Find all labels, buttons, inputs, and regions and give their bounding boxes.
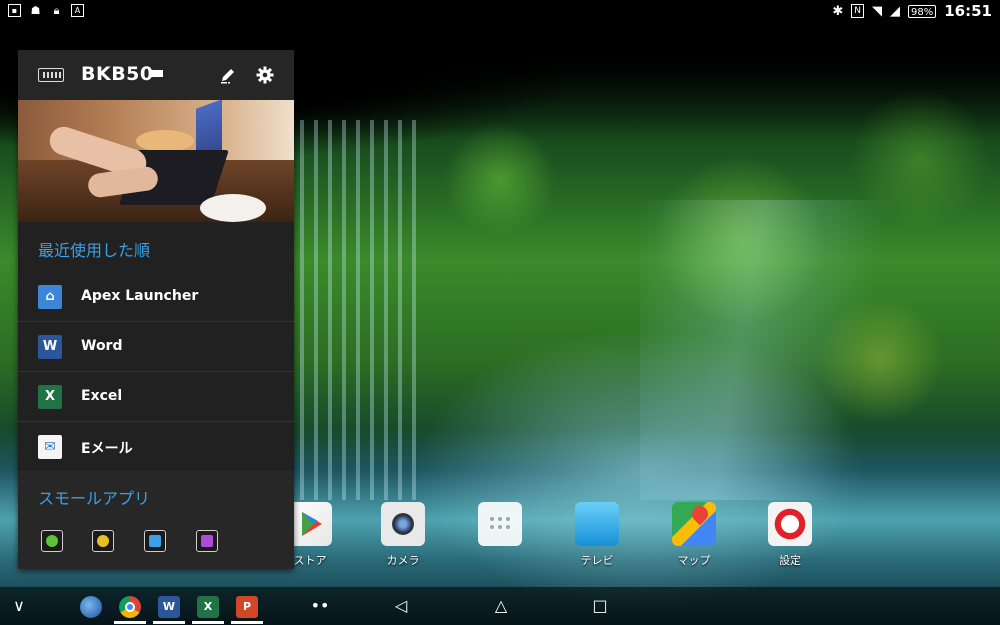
recent-app-excel[interactable]: X Excel: [18, 372, 294, 422]
gear-icon[interactable]: [256, 66, 274, 84]
excel-icon: X: [38, 385, 62, 409]
recent-app-label: Apex Launcher: [81, 288, 199, 304]
recent-app-email[interactable]: ✉ Eメール: [18, 422, 294, 472]
bluetooth-icon: ✱: [832, 3, 844, 19]
wifi-icon: ◥: [872, 3, 883, 19]
app-drawer-icon: [478, 502, 522, 546]
dock-item-tv[interactable]: テレビ: [562, 502, 632, 568]
settings-icon: [768, 502, 812, 546]
powerpoint-icon[interactable]: P: [236, 596, 258, 618]
word-icon: W: [38, 335, 62, 359]
tv-icon: [575, 502, 619, 546]
running-indicator: [153, 621, 185, 624]
photo-plate: [136, 130, 194, 152]
recent-app-word[interactable]: W Word: [18, 322, 294, 372]
recent-app-label: Excel: [81, 388, 123, 404]
photo-cup: [200, 194, 266, 222]
keyboard-product-photo: [18, 100, 294, 222]
dock-label-tv: テレビ: [580, 554, 614, 567]
running-indicator: [231, 621, 263, 624]
keyboard-battery-icon: [150, 70, 163, 77]
small-app-yellow-icon[interactable]: [92, 530, 114, 552]
excel-icon[interactable]: X: [197, 596, 219, 618]
play-store-icon: [288, 502, 332, 546]
dock-item-settings[interactable]: 設定: [755, 502, 825, 568]
dock-label-camera: カメラ: [386, 554, 420, 567]
status-system-icons: ✱ N ◥ ◢ 98% 16:51: [832, 2, 992, 20]
battery-level: 98%: [908, 4, 937, 18]
image-icon: ▪: [8, 4, 21, 17]
lock-icon: 🔒︎: [53, 4, 60, 17]
back-button[interactable]: ◁: [386, 587, 416, 625]
chrome-icon[interactable]: [119, 596, 141, 618]
recent-app-apex-launcher[interactable]: ⌂ Apex Launcher: [18, 272, 294, 322]
small-app-calculator-icon[interactable]: [144, 530, 166, 552]
more-apps-button[interactable]: ••: [305, 587, 335, 625]
word-icon[interactable]: W: [158, 596, 180, 618]
status-bar: ▪ ☗ 🔒︎ A ✱ N ◥ ◢ 98% 16:51: [0, 0, 1000, 22]
recent-apps-heading: 最近使用した順: [38, 241, 151, 260]
keyboard-panel: BKB50 最近使用した順 ⌂ Apex Launcher W Word X E…: [18, 50, 294, 569]
wallpaper-light-rays: [640, 200, 900, 500]
recents-button[interactable]: □: [585, 587, 615, 625]
wallpaper-waterfall: [300, 120, 420, 500]
clock: 16:51: [944, 2, 992, 20]
recent-app-label: Eメール: [81, 441, 133, 457]
dock-label-settings: 設定: [779, 554, 801, 567]
small-app-green-icon[interactable]: [41, 530, 63, 552]
running-indicator: [192, 621, 224, 624]
signal-icon: ◢: [890, 3, 901, 19]
keyboard-icon: [38, 68, 64, 82]
maps-icon: [672, 502, 716, 546]
collapse-taskbar-button[interactable]: ∨: [6, 587, 32, 625]
android-icon: ☗: [30, 4, 41, 17]
a-icon: A: [71, 4, 84, 17]
home-button[interactable]: △: [486, 587, 516, 625]
camera-icon: [381, 502, 425, 546]
small-apps-heading: スモールアプリ: [38, 489, 151, 508]
dock-item-app-drawer[interactable]: [465, 502, 535, 546]
browser-globe-icon[interactable]: [80, 596, 102, 618]
edit-icon[interactable]: [219, 66, 237, 84]
navigation-bar: ∨ •• ◁ △ □: [0, 587, 1000, 625]
status-notification-icons: ▪ ☗ 🔒︎ A: [8, 4, 84, 17]
apex-launcher-icon: ⌂: [38, 285, 62, 309]
recent-app-label: Word: [81, 338, 123, 354]
panel-header: BKB50: [18, 50, 294, 100]
nfc-icon: N: [851, 4, 865, 18]
panel-title: BKB50: [81, 63, 154, 85]
dock-label-maps: マップ: [677, 554, 711, 567]
email-icon: ✉: [38, 435, 62, 459]
dock-item-maps[interactable]: マップ: [659, 502, 729, 568]
running-indicator: [114, 621, 146, 624]
small-app-purple-icon[interactable]: [196, 530, 218, 552]
dock-item-camera[interactable]: カメラ: [368, 502, 438, 568]
